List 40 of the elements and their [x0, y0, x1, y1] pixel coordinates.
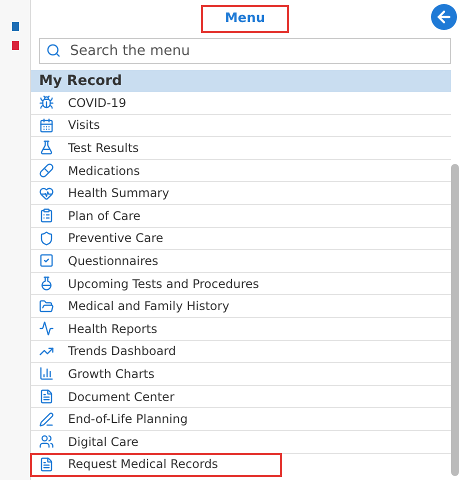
menu-item[interactable]: Test Results — [31, 137, 451, 160]
menu-item[interactable]: Health Summary — [31, 182, 451, 205]
menu-item[interactable]: Trends Dashboard — [31, 340, 451, 364]
menu-item[interactable]: Preventive Care — [31, 228, 451, 250]
checkbox-icon — [39, 253, 54, 268]
flask-icon — [39, 276, 54, 292]
menu-item[interactable]: Document Center — [31, 386, 451, 408]
search-field[interactable]: Search the menu — [39, 38, 451, 64]
section-header: My Record — [31, 70, 451, 92]
menu-item[interactable]: Digital Care — [31, 430, 451, 454]
menu-item[interactable]: Medications — [31, 160, 451, 182]
menu-item[interactable]: Questionnaires — [31, 250, 451, 273]
menu-item[interactable]: Growth Charts — [31, 363, 451, 386]
clipboard-icon — [39, 208, 54, 224]
folder-icon — [39, 298, 54, 314]
calendar-icon — [39, 118, 54, 133]
app-icon[interactable] — [12, 22, 18, 31]
flask-icon — [39, 140, 54, 156]
menu-item[interactable]: Upcoming Tests and Procedures — [31, 272, 451, 296]
menu-item[interactable]: End-of-Life Planning — [31, 408, 451, 431]
document-icon — [39, 456, 54, 472]
app-icon[interactable] — [12, 41, 18, 50]
heart-icon — [39, 186, 54, 201]
menu-item[interactable]: COVID-19 — [31, 92, 451, 115]
menu-item[interactable]: Plan of Care — [31, 204, 451, 228]
search-icon — [46, 43, 61, 58]
document-icon — [39, 389, 54, 404]
virus-icon — [39, 95, 54, 110]
pen-icon — [39, 412, 54, 427]
menu-item[interactable]: Request Medical Records — [31, 454, 281, 476]
bar-chart-icon — [39, 366, 54, 382]
menu-item[interactable]: Visits — [31, 114, 451, 138]
pill-icon — [39, 163, 54, 178]
pulse-chart-icon — [39, 321, 54, 336]
menu-item[interactable]: Health Reports — [31, 318, 451, 341]
menu-title: Menu — [200, 5, 290, 33]
people-icon — [39, 434, 54, 450]
back-button[interactable] — [431, 4, 457, 30]
menu-item[interactable]: Medical and Family History — [31, 295, 451, 318]
shield-icon — [39, 230, 54, 246]
